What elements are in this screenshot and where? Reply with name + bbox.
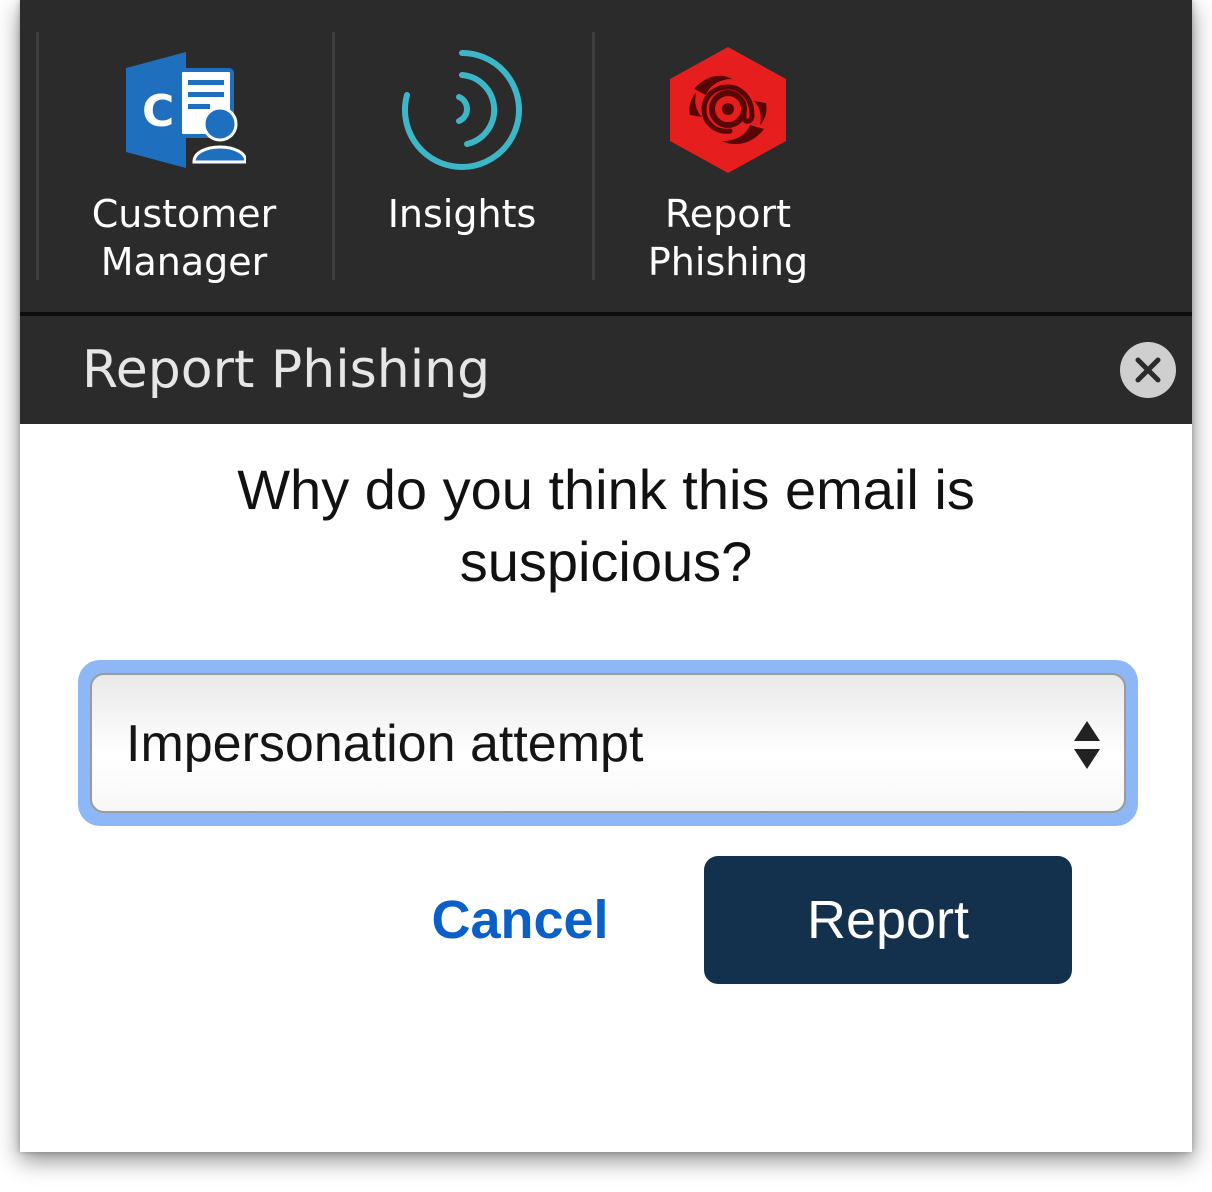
close-button[interactable] [1120, 342, 1176, 398]
cancel-button[interactable]: Cancel [400, 880, 640, 960]
report-phishing-label-line1: Report [665, 192, 791, 236]
question-text: Why do you think this email is suspiciou… [237, 458, 975, 593]
reason-select[interactable]: Impersonation attempt [90, 673, 1126, 813]
report-button[interactable]: Report [704, 856, 1072, 984]
close-icon [1135, 357, 1161, 383]
customer-manager-button[interactable]: C Customer Manager [84, 40, 284, 286]
ribbon-toolbar: C Customer Manager Insights Report Phish… [20, 0, 1192, 312]
select-stepper-icon [1074, 721, 1100, 769]
ribbon-separator [592, 32, 595, 280]
addin-window: C Customer Manager Insights Report Phish… [20, 0, 1192, 1152]
customer-manager-icon: C [114, 40, 254, 180]
ribbon-separator [36, 32, 39, 280]
ribbon-separator [332, 32, 335, 280]
report-phishing-label-line2: Phishing [647, 240, 809, 284]
customer-manager-label-line1: Customer [91, 192, 277, 236]
pane-title: Report Phishing [82, 340, 491, 400]
insights-label: Insights [387, 192, 537, 236]
report-phishing-button[interactable]: Report Phishing [628, 40, 828, 286]
reason-select-value: Impersonation attempt [126, 715, 644, 773]
task-pane-header: Report Phishing [20, 316, 1192, 424]
insights-button[interactable]: Insights [362, 40, 562, 238]
svg-text:C: C [142, 86, 174, 137]
report-phishing-icon [658, 40, 798, 180]
customer-manager-label-line2: Manager [100, 240, 268, 284]
insights-icon [392, 40, 532, 180]
